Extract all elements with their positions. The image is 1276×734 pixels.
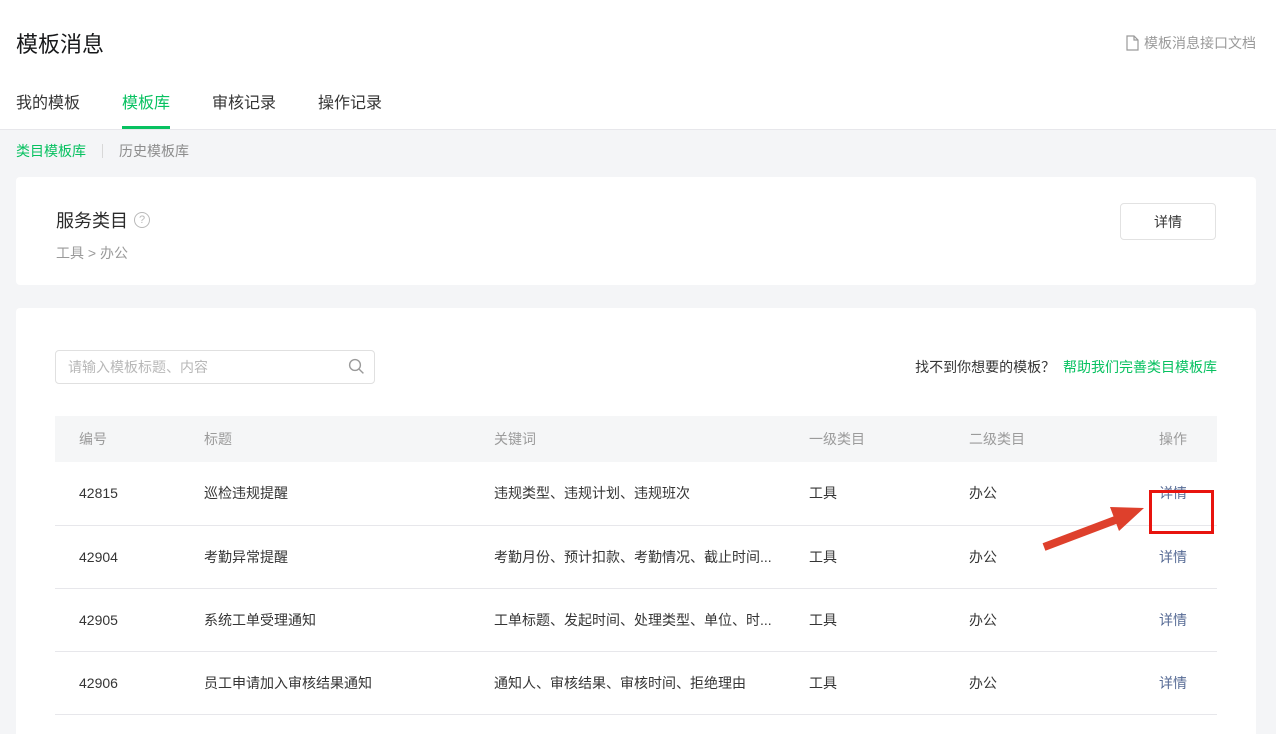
main-tabs: 我的模板 模板库 审核记录 操作记录 bbox=[16, 89, 424, 129]
service-category-card: 服务类目 ? 工具 > 办公 详情 bbox=[16, 177, 1256, 285]
page-header: 模板消息 模板消息接口文档 我的模板 模板库 审核记录 操作记录 bbox=[0, 0, 1276, 130]
table-row: 42905 系统工单受理通知 工单标题、发起时间、处理类型、单位、时... 工具… bbox=[55, 588, 1217, 651]
improve-library-link[interactable]: 帮助我们完善类目模板库 bbox=[1063, 359, 1217, 375]
doc-link[interactable]: 模板消息接口文档 bbox=[1126, 33, 1256, 53]
cell-action: 详情 bbox=[1101, 651, 1217, 714]
table-header-row: 编号 标题 关键词 一级类目 二级类目 操作 bbox=[55, 416, 1217, 462]
subtab-history-library[interactable]: 历史模板库 bbox=[119, 141, 189, 161]
cell-keywords: 工单标题、发起时间、处理类型、单位、时... bbox=[470, 588, 785, 651]
cell-id: 42905 bbox=[55, 588, 180, 651]
table-row: 42815 巡检违规提醒 违规类型、违规计划、违规班次 工具 办公 详情 bbox=[55, 462, 1217, 525]
template-table: 编号 标题 关键词 一级类目 二级类目 操作 42815 巡检违规提醒 违规类型… bbox=[55, 416, 1217, 715]
cell-cat2: 办公 bbox=[945, 525, 1101, 588]
cell-keywords: 考勤月份、预计扣款、考勤情况、截止时间... bbox=[470, 525, 785, 588]
cell-action: 详情 bbox=[1101, 462, 1217, 525]
page-title: 模板消息 bbox=[16, 27, 104, 59]
cell-cat1: 工具 bbox=[785, 462, 945, 525]
search-box bbox=[55, 350, 375, 384]
header-cat1: 一级类目 bbox=[785, 416, 945, 462]
hint-question: 找不到你想要的模板？ bbox=[915, 359, 1055, 375]
toolbar-hint: 找不到你想要的模板？ 帮助我们完善类目模板库 bbox=[915, 357, 1217, 377]
cell-id: 42906 bbox=[55, 651, 180, 714]
category-detail-button[interactable]: 详情 bbox=[1120, 203, 1216, 240]
row-action-link[interactable]: 详情 bbox=[1159, 485, 1187, 501]
cell-title: 系统工单受理通知 bbox=[180, 588, 470, 651]
cell-cat1: 工具 bbox=[785, 651, 945, 714]
tab-my-templates[interactable]: 我的模板 bbox=[16, 89, 80, 129]
document-icon bbox=[1126, 35, 1139, 51]
cell-keywords: 违规类型、违规计划、违规班次 bbox=[470, 462, 785, 525]
search-icon[interactable] bbox=[348, 358, 365, 380]
cell-cat2: 办公 bbox=[945, 462, 1101, 525]
subtab-divider bbox=[102, 144, 103, 158]
tab-operation-records[interactable]: 操作记录 bbox=[318, 89, 382, 129]
cell-cat2: 办公 bbox=[945, 651, 1101, 714]
library-subtabs: 类目模板库 历史模板库 bbox=[0, 130, 1276, 161]
doc-link-label: 模板消息接口文档 bbox=[1144, 33, 1256, 53]
table-row: 42904 考勤异常提醒 考勤月份、预计扣款、考勤情况、截止时间... 工具 办… bbox=[55, 525, 1217, 588]
table-row: 42906 员工申请加入审核结果通知 通知人、审核结果、审核时间、拒绝理由 工具… bbox=[55, 651, 1217, 714]
header-title: 标题 bbox=[180, 416, 470, 462]
service-category-title: 服务类目 bbox=[56, 207, 128, 233]
category-path: 工具 > 办公 bbox=[56, 243, 1256, 263]
cell-keywords: 通知人、审核结果、审核时间、拒绝理由 bbox=[470, 651, 785, 714]
tab-template-library[interactable]: 模板库 bbox=[122, 89, 170, 129]
cell-title: 员工申请加入审核结果通知 bbox=[180, 651, 470, 714]
row-action-link[interactable]: 详情 bbox=[1159, 612, 1187, 628]
cell-action: 详情 bbox=[1101, 588, 1217, 651]
cell-cat1: 工具 bbox=[785, 525, 945, 588]
help-icon[interactable]: ? bbox=[134, 212, 150, 228]
header-keywords: 关键词 bbox=[470, 416, 785, 462]
header-cat2: 二级类目 bbox=[945, 416, 1101, 462]
header-action: 操作 bbox=[1101, 416, 1217, 462]
cell-title: 巡检违规提醒 bbox=[180, 462, 470, 525]
cell-id: 42815 bbox=[55, 462, 180, 525]
tab-review-records[interactable]: 审核记录 bbox=[212, 89, 276, 129]
cell-cat1: 工具 bbox=[785, 588, 945, 651]
cell-cat2: 办公 bbox=[945, 588, 1101, 651]
row-action-link[interactable]: 详情 bbox=[1159, 549, 1187, 565]
cell-title: 考勤异常提醒 bbox=[180, 525, 470, 588]
search-input[interactable] bbox=[55, 350, 375, 384]
header-id: 编号 bbox=[55, 416, 180, 462]
template-library-card: 找不到你想要的模板？ 帮助我们完善类目模板库 编号 标题 关键词 一级类目 二级… bbox=[16, 308, 1256, 734]
cell-action: 详情 bbox=[1101, 525, 1217, 588]
template-table-body: 42815 巡检违规提醒 违规类型、违规计划、违规班次 工具 办公 详情 429… bbox=[55, 462, 1217, 714]
row-action-link[interactable]: 详情 bbox=[1159, 675, 1187, 691]
cell-id: 42904 bbox=[55, 525, 180, 588]
subtab-category-library[interactable]: 类目模板库 bbox=[16, 141, 86, 161]
